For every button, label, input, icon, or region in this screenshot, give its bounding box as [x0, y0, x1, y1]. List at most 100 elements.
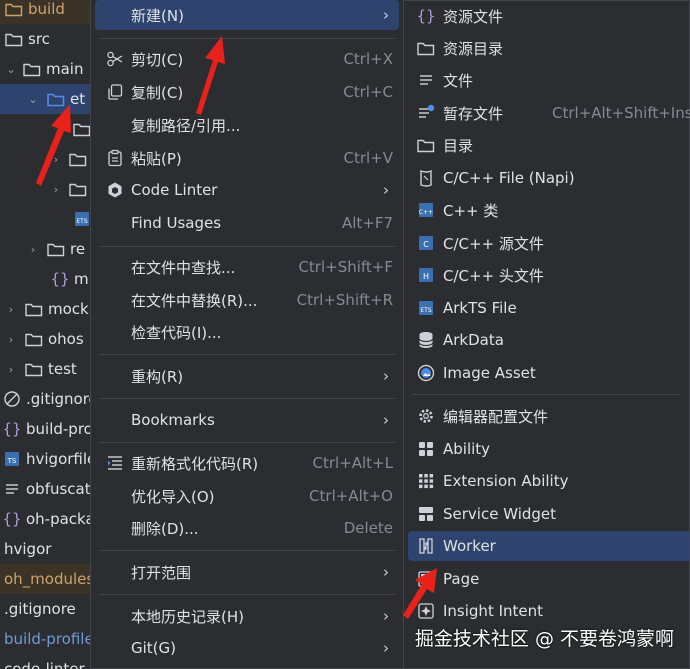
- tree-item-code-linter[interactable]: code-linter: [0, 654, 92, 669]
- watermark: 掘金技术社区 @ 不要卷鸿蒙啊: [414, 628, 674, 650]
- menu-item-copy-path[interactable]: 复制路径/引用...: [91, 110, 403, 140]
- svg-text:ETS: ETS: [420, 307, 431, 314]
- menu-item-bookmarks[interactable]: Bookmarks ›: [91, 405, 403, 435]
- submenu-item-editor-config[interactable]: 编辑器配置文件: [404, 401, 689, 431]
- folder-icon: [416, 135, 436, 155]
- submenu-item-worker[interactable]: Worker: [408, 531, 689, 561]
- menu-item-new[interactable]: 新建(N) ›: [95, 0, 399, 30]
- submenu-item-cpp-class[interactable]: C++ C++ 类: [404, 195, 689, 225]
- tree-item-ets-file[interactable]: ETS: [0, 204, 92, 234]
- tree-item-gitignore[interactable]: .gitignore: [0, 384, 92, 414]
- svg-text:H: H: [423, 272, 429, 281]
- chevron-right-icon[interactable]: ›: [4, 363, 18, 376]
- submenu-item-scratch-file[interactable]: 暂存文件 Ctrl+Alt+Shift+Insert: [404, 98, 690, 128]
- tree-item-hvigor[interactable]: hvigor: [0, 534, 92, 564]
- menu-separator: [99, 246, 395, 247]
- submenu-item-cpp-header[interactable]: H C/C++ 头文件: [404, 260, 689, 290]
- submenu-item-arkdata[interactable]: ArkData: [404, 325, 689, 355]
- menu-item-reformat[interactable]: 重新格式化代码(R) Ctrl+Alt+L: [91, 448, 403, 478]
- tree-item-ets[interactable]: ⌄ et: [0, 84, 92, 114]
- menu-item-inspect-code[interactable]: 检查代码(I)...: [91, 317, 403, 347]
- text-file-icon: [2, 480, 22, 498]
- menu-item-replace-in-files[interactable]: 在文件中替换(R)... Ctrl+Shift+R: [91, 285, 403, 315]
- menu-item-paste[interactable]: 粘贴(P) Ctrl+V: [91, 143, 403, 173]
- tree-item-src[interactable]: src: [0, 24, 92, 54]
- submenu-item-arkts-file[interactable]: ETS ArkTS File: [404, 293, 689, 323]
- tree-item-ohos-test[interactable]: › ohos: [0, 324, 92, 354]
- ts-file-icon: TS: [2, 450, 22, 468]
- tree-item-obfuscation[interactable]: obfuscat: [0, 474, 92, 504]
- database-icon: [416, 330, 436, 350]
- json-braces-icon: {}: [50, 270, 70, 288]
- braces-icon: {}: [416, 7, 436, 25]
- submenu-item-directory[interactable]: 目录: [404, 130, 689, 160]
- tree-item-mock[interactable]: › mock: [0, 294, 92, 324]
- menu-item-git[interactable]: Git(G) ›: [91, 633, 403, 663]
- worker-icon: [416, 536, 436, 556]
- menu-item-refactor[interactable]: 重构(R) ›: [91, 361, 403, 391]
- submenu-item-ability[interactable]: Ability: [404, 434, 689, 464]
- menu-separator: [99, 442, 395, 443]
- tree-item-test[interactable]: › test: [0, 354, 92, 384]
- tree-item-resources[interactable]: › re: [0, 234, 92, 264]
- reformat-icon: [105, 453, 125, 473]
- menu-item-code-linter[interactable]: Code Linter ›: [91, 175, 403, 205]
- submenu-item-extension-ability[interactable]: Extension Ability: [404, 466, 689, 496]
- submenu-item-insight-intent[interactable]: Insight Intent: [404, 596, 689, 626]
- tree-item-folder[interactable]: ›: [0, 144, 92, 174]
- tree-item-oh-package[interactable]: {} oh-packa: [0, 504, 92, 534]
- json-braces-icon: {}: [2, 420, 22, 438]
- menu-item-local-history[interactable]: 本地历史记录(H) ›: [91, 601, 403, 631]
- tree-item-hvigorfile[interactable]: TS hvigorfile: [0, 444, 92, 474]
- tree-item-build-profile-root[interactable]: build-profile: [0, 624, 92, 654]
- grid-dots-icon: [416, 471, 436, 491]
- folder-icon: [24, 300, 44, 318]
- svg-text:C: C: [423, 240, 429, 249]
- menu-item-find-in-files[interactable]: 在文件中查找... Ctrl+Shift+F: [91, 252, 403, 282]
- chevron-right-icon[interactable]: ›: [50, 183, 62, 196]
- project-tree: build src ⌄ main ⌄ et › › ETS › re {} m: [0, 0, 92, 669]
- submenu-item-resource-file[interactable]: {} 资源文件: [404, 1, 689, 31]
- ets-file-icon: ETS: [416, 298, 436, 318]
- text-file-icon: [416, 70, 436, 90]
- submenu-item-service-widget[interactable]: Service Widget: [404, 499, 689, 529]
- submenu-item-page[interactable]: Page: [404, 564, 689, 594]
- tree-item-folder[interactable]: ›: [0, 174, 92, 204]
- chevron-down-icon[interactable]: ⌄: [26, 93, 40, 106]
- menu-item-find-usages[interactable]: Find Usages Alt+F7: [91, 208, 403, 238]
- menu-item-optimize-imports[interactable]: 优化导入(O) Ctrl+Alt+O: [91, 481, 403, 511]
- scissors-icon: [105, 49, 125, 69]
- tree-item-build-profile[interactable]: {} build-pro: [0, 414, 92, 444]
- chevron-right-icon: ›: [383, 607, 389, 625]
- chevron-right-icon[interactable]: ›: [4, 303, 18, 316]
- tree-item-module-json[interactable]: {} m: [0, 264, 92, 294]
- menu-item-cut[interactable]: 剪切(C) Ctrl+X: [91, 44, 403, 74]
- menu-item-delete[interactable]: 删除(D)... Delete: [91, 513, 403, 543]
- menu-item-open-in[interactable]: 打开范围 ›: [91, 557, 403, 587]
- chevron-right-icon[interactable]: ›: [4, 333, 18, 346]
- chevron-down-icon[interactable]: ⌄: [4, 63, 18, 76]
- submenu-item-image-asset[interactable]: Image Asset: [404, 358, 689, 388]
- folder-icon: [68, 150, 88, 168]
- tree-item-folder[interactable]: [0, 114, 92, 144]
- tree-item-gitignore-root[interactable]: .gitignore: [0, 594, 92, 624]
- folder-icon: [46, 240, 66, 258]
- chevron-right-icon: ›: [383, 411, 389, 429]
- tree-item-main[interactable]: ⌄ main: [0, 54, 92, 84]
- menu-separator: [99, 594, 395, 595]
- chevron-right-icon[interactable]: ›: [50, 153, 62, 166]
- tree-item-build[interactable]: build: [0, 0, 92, 24]
- submenu-item-resource-dir[interactable]: 资源目录: [404, 33, 689, 63]
- submenu-item-cpp-napi[interactable]: C/C++ File (Napi): [404, 163, 689, 193]
- clipboard-icon: [105, 148, 125, 168]
- folder-icon: [72, 120, 92, 138]
- menu-separator: [412, 394, 681, 395]
- image-asset-icon: [416, 363, 436, 383]
- ignore-icon: [2, 390, 22, 408]
- tree-item-oh-modules[interactable]: oh_modules: [0, 564, 92, 594]
- submenu-item-file[interactable]: 文件: [404, 65, 689, 95]
- chevron-right-icon[interactable]: ›: [26, 243, 40, 256]
- chevron-right-icon: ›: [383, 6, 389, 24]
- submenu-item-cpp-source[interactable]: C C/C++ 源文件: [404, 228, 689, 258]
- menu-item-copy[interactable]: 复制(C) Ctrl+C: [91, 77, 403, 107]
